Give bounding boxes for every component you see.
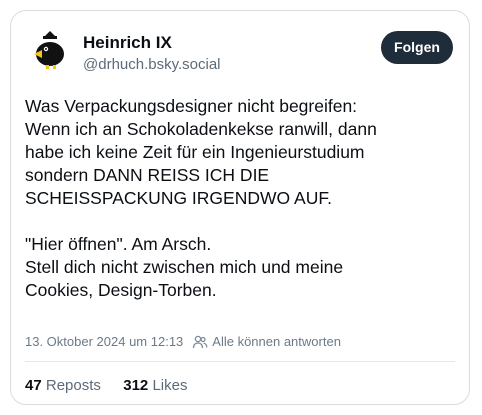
post-line: Cookies, Design-Torben. <box>25 280 217 300</box>
likes-label: Likes <box>152 377 188 394</box>
post-line: SCHEISSPACKUNG IRGENDWO AUF. <box>25 188 332 208</box>
post-text: Was Verpackungsdesigner nicht begreifen:… <box>25 95 465 302</box>
penguin-bird-avatar-icon <box>26 27 72 73</box>
post-meta: 13. Oktober 2024 um 12:13 Alle können an… <box>25 333 341 351</box>
post-line: "Hier öffnen". Am Arsch. <box>25 234 212 254</box>
likes-count: 312 <box>123 377 149 394</box>
avatar[interactable] <box>26 27 72 73</box>
reposts-stat[interactable]: 47 Reposts <box>25 377 101 394</box>
follow-button[interactable]: Folgen <box>381 31 453 64</box>
post-line: Was Verpackungsdesigner nicht begreifen: <box>25 96 358 116</box>
reposts-label: Reposts <box>45 377 101 394</box>
post-line: Wenn ich an Schokoladenkekse ranwill, da… <box>25 119 377 139</box>
post-line: sondern DANN REISS ICH DIE <box>25 165 270 185</box>
people-icon <box>192 334 208 350</box>
post-card: Heinrich IX @drhuch.bsky.social Folgen W… <box>10 10 470 405</box>
reposts-count: 47 <box>25 377 42 394</box>
likes-stat[interactable]: 312 Likes <box>123 377 187 394</box>
reply-setting: Alle können antworten <box>212 334 341 349</box>
post-timestamp[interactable]: 13. Oktober 2024 um 12:13 <box>25 333 183 351</box>
post-line: habe ich keine Zeit für ein Ingenieurstu… <box>25 142 365 162</box>
author-display-name[interactable]: Heinrich IX <box>83 33 172 53</box>
author-handle[interactable]: @drhuch.bsky.social <box>83 55 221 75</box>
post-stats: 47 Reposts 312 Likes <box>25 376 187 396</box>
divider <box>25 361 455 362</box>
post-line: Stell dich nicht zwischen mich und meine <box>25 257 344 277</box>
